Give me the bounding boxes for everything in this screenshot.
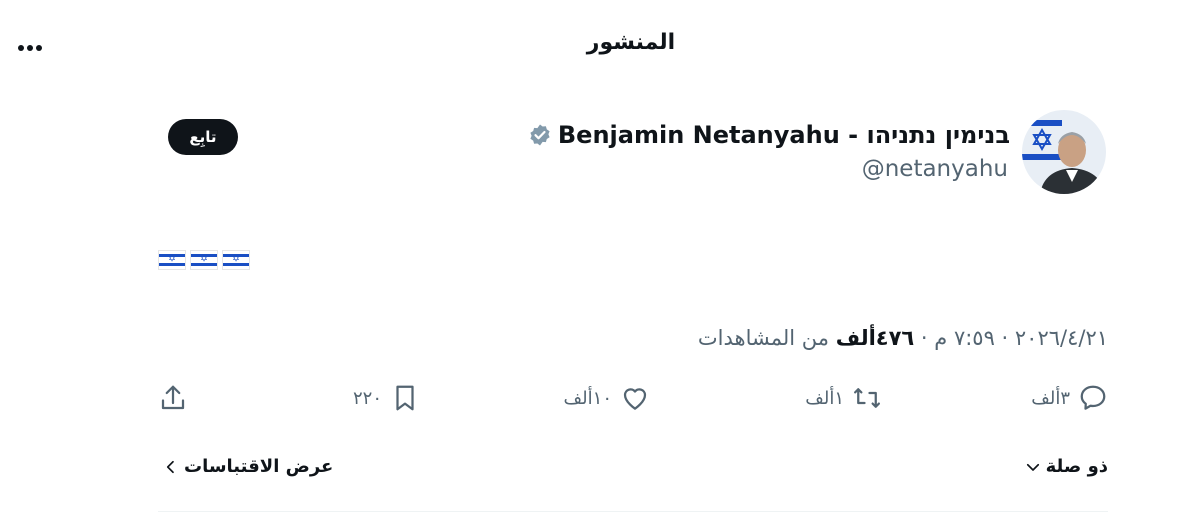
like-button[interactable]: ١٠ألف bbox=[564, 383, 650, 413]
more-options-button[interactable] bbox=[12, 30, 48, 66]
views-count: ٤٧٦ألف bbox=[835, 326, 915, 350]
more-horizontal-icon bbox=[18, 45, 42, 51]
reply-button[interactable]: ٣ألف bbox=[1031, 383, 1108, 413]
sort-replies-dropdown[interactable]: ذو صلة bbox=[1024, 456, 1108, 477]
verified-badge-icon bbox=[530, 124, 550, 146]
bookmark-count: ٢٢٠ bbox=[352, 387, 382, 409]
israel-flag-icon: ✡ bbox=[190, 250, 218, 270]
view-quotes-link[interactable]: عرض الاقتباسات bbox=[164, 456, 333, 477]
chevron-left-icon bbox=[166, 460, 174, 473]
follow-button[interactable]: تابِع bbox=[168, 119, 238, 155]
post-content: ✡ ✡ ✡ bbox=[158, 250, 250, 270]
avatar[interactable] bbox=[1022, 110, 1106, 194]
repost-icon bbox=[854, 388, 880, 408]
share-icon bbox=[161, 385, 185, 410]
like-count: ١٠ألف bbox=[563, 387, 612, 409]
quotes-label: عرض الاقتباسات bbox=[184, 456, 334, 477]
repost-button[interactable]: ١ألف bbox=[805, 383, 882, 413]
heart-icon bbox=[623, 388, 647, 410]
post-metadata: ٢٠٢٦/٤/٢١ · ٧:٥٩ م · ٤٧٦ألف من المشاهدات bbox=[698, 326, 1108, 350]
israel-flag-icon: ✡ bbox=[158, 250, 186, 270]
repost-count: ١ألف bbox=[805, 387, 844, 409]
bookmark-icon bbox=[396, 385, 414, 411]
chevron-down-icon bbox=[1026, 463, 1039, 471]
israel-flag-icon: ✡ bbox=[222, 250, 250, 270]
page-title: المنشور bbox=[586, 30, 676, 55]
divider bbox=[158, 511, 1108, 512]
views-suffix: من المشاهدات bbox=[697, 326, 836, 350]
reply-count: ٣ألف bbox=[1031, 387, 1070, 409]
sort-label: ذو صلة bbox=[1045, 456, 1108, 477]
user-handle[interactable]: @netanyahu bbox=[862, 156, 1008, 182]
bookmark-button[interactable]: ٢٢٠ bbox=[353, 383, 420, 413]
reply-icon bbox=[1080, 385, 1106, 410]
post-timestamp[interactable]: ٢٠٢٦/٤/٢١ · ٧:٥٩ م · bbox=[914, 326, 1108, 350]
display-name[interactable]: Benjamin Netanyahu - בנימין נתניהו bbox=[528, 121, 1010, 149]
display-name-text: Benjamin Netanyahu - בנימין נתניהו bbox=[557, 121, 1010, 149]
share-button[interactable] bbox=[158, 383, 188, 413]
